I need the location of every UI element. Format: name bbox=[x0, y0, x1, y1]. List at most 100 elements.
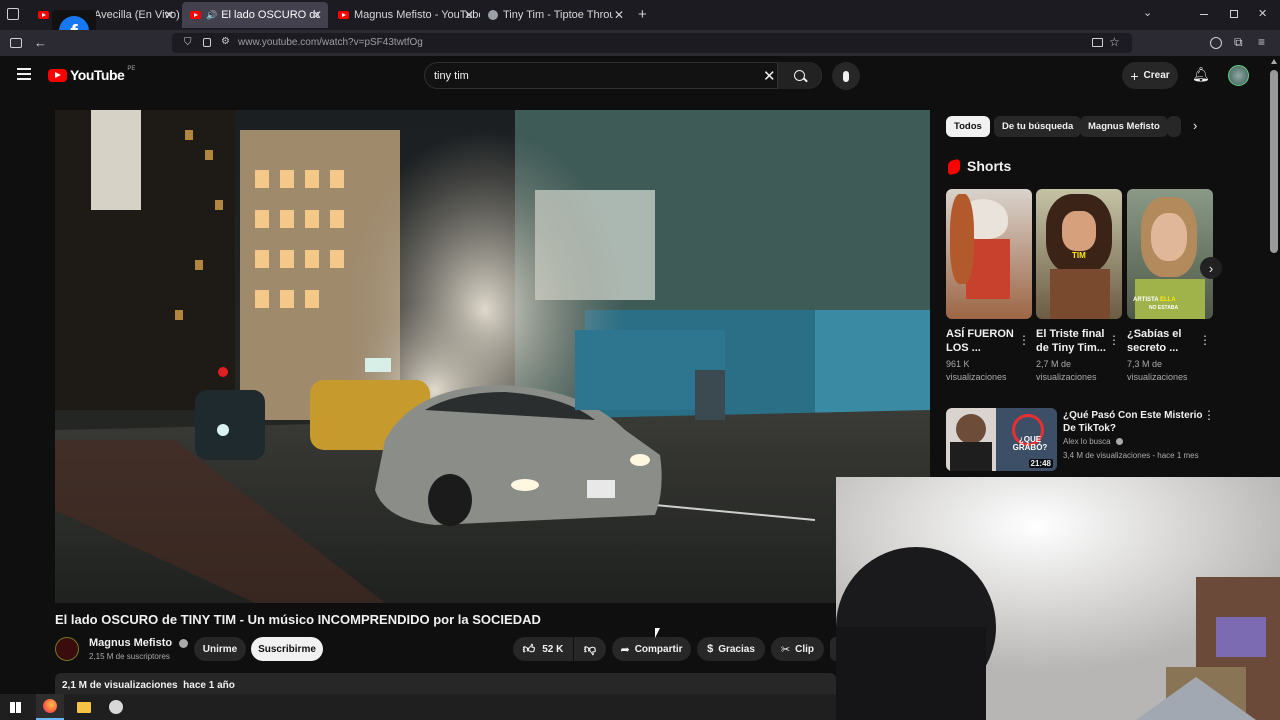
short-thumbnail[interactable]: ARTISTA ELLA NO ESTABA bbox=[1127, 189, 1213, 319]
scissors-icon: ✂ bbox=[780, 643, 791, 656]
mouse-cursor-icon bbox=[655, 628, 660, 638]
clip-button[interactable]: ✂ Clip bbox=[771, 637, 824, 661]
chip-de-tu-busqueda[interactable]: De tu búsqueda bbox=[994, 116, 1082, 137]
video-player[interactable] bbox=[55, 110, 930, 603]
tab-list-icon[interactable] bbox=[7, 8, 19, 20]
subscribe-button[interactable]: Suscribirme bbox=[251, 637, 323, 661]
recommended-channel[interactable]: Alex lo busca bbox=[1063, 437, 1123, 446]
reader-view-icon[interactable] bbox=[1092, 38, 1103, 47]
microphone-icon bbox=[843, 70, 849, 82]
chip-todos[interactable]: Todos bbox=[946, 116, 990, 137]
recommended-channel-name[interactable]: Alex lo busca bbox=[1063, 437, 1111, 446]
scroll-up-icon[interactable] bbox=[1271, 59, 1277, 64]
address-bar[interactable]: ⛉ ⚙ www.youtube.com/watch?v=pSF43twtfOg … bbox=[172, 33, 1132, 53]
more-options-icon[interactable]: ⋮ bbox=[1199, 333, 1211, 347]
short-card[interactable]: ARTISTA ELLA NO ESTABA ¿Sabías el secret… bbox=[1127, 189, 1213, 384]
extensions-icon[interactable]: ⧉ bbox=[1234, 35, 1243, 50]
dislike-button[interactable]: 👎︎ bbox=[574, 637, 606, 661]
short-views: 961 K visualizaciones bbox=[946, 359, 1007, 382]
short-title[interactable]: El Triste final de Tiny Tim... bbox=[1036, 327, 1108, 355]
voice-search-button[interactable] bbox=[832, 62, 860, 90]
subscriber-count: 2,15 M de suscriptores bbox=[89, 652, 170, 661]
short-overlay-text: TIM bbox=[1072, 251, 1086, 260]
windows-start-icon[interactable] bbox=[10, 702, 21, 713]
tab-title: Magnus Mefisto - YouTube bbox=[354, 9, 480, 21]
short-card[interactable]: TIM El Triste final de Tiny Tim... 2,7 M… bbox=[1036, 189, 1122, 384]
notifications-bell-icon[interactable]: 🔔︎ bbox=[1192, 66, 1210, 83]
like-count: 52 K bbox=[542, 643, 564, 655]
share-arrow-icon: ➦ bbox=[620, 643, 630, 656]
youtube-header: YouTube PE tiny tim ✕ + Crear 🔔︎ bbox=[0, 56, 1268, 96]
tab-tiptoe[interactable]: Tiny Tim - Tiptoe Through the T ✕ bbox=[480, 2, 630, 28]
like-button[interactable]: 👍︎ 52 K bbox=[513, 637, 573, 661]
thumbnail-text: ¿QUE GRABÓ? bbox=[1012, 435, 1048, 452]
youtube-logo[interactable]: YouTube PE bbox=[48, 66, 135, 83]
taskbar-item-app[interactable] bbox=[102, 694, 130, 720]
recommended-thumbnail[interactable]: ¿QUE GRABÓ? 21:48 bbox=[946, 408, 1057, 471]
close-tab-icon[interactable]: ✕ bbox=[614, 8, 624, 22]
url-text[interactable]: www.youtube.com/watch?v=pSF43twtfOg bbox=[238, 37, 423, 48]
short-card[interactable]: ASÍ FUERON LOS ... 961 K visualizaciones… bbox=[946, 189, 1032, 384]
app-icon bbox=[109, 700, 123, 714]
thanks-button[interactable]: $ Gracias bbox=[697, 637, 765, 661]
views-and-date: 2,1 M de visualizaciones hace 1 año bbox=[62, 680, 235, 691]
search-button[interactable] bbox=[777, 62, 821, 89]
close-tab-icon[interactable]: ✕ bbox=[312, 8, 322, 22]
user-avatar[interactable] bbox=[1228, 65, 1249, 86]
channel-avatar[interactable] bbox=[55, 637, 79, 661]
clear-search-icon[interactable]: ✕ bbox=[763, 67, 776, 85]
tab-el-lado-oscuro[interactable]: 🔊 El lado OSCURO de TINY TIM ✕ bbox=[182, 2, 328, 28]
shorts-logo-icon bbox=[948, 158, 960, 176]
more-options-icon[interactable]: ⋮ bbox=[1108, 333, 1120, 347]
youtube-play-icon bbox=[48, 68, 67, 82]
chips-next-chevron-icon[interactable]: › bbox=[1193, 118, 1197, 133]
webcam-frame bbox=[836, 477, 1280, 720]
search-input[interactable]: tiny tim bbox=[434, 70, 469, 82]
back-icon[interactable]: ← bbox=[34, 35, 47, 50]
list-all-tabs-icon[interactable]: ⌄ bbox=[1143, 6, 1152, 19]
bookmark-star-icon[interactable]: ☆ bbox=[1109, 35, 1120, 49]
short-title[interactable]: ¿Sabías el secreto ... bbox=[1127, 327, 1199, 355]
close-window-icon[interactable]: ✕ bbox=[1258, 7, 1267, 20]
permissions-icon[interactable]: ⚙ bbox=[221, 36, 230, 47]
account-icon[interactable] bbox=[1210, 37, 1222, 49]
clip-label: Clip bbox=[795, 643, 815, 655]
more-options-icon[interactable]: ⋮ bbox=[1203, 408, 1215, 422]
recommended-title[interactable]: ¿Qué Pasó Con Este Misterio De TikTok? bbox=[1063, 409, 1203, 435]
lock-icon[interactable] bbox=[203, 38, 211, 47]
shorts-next-button[interactable]: › bbox=[1200, 257, 1222, 279]
minimize-icon[interactable] bbox=[1200, 14, 1208, 15]
shield-icon[interactable]: ⛉ bbox=[184, 37, 192, 48]
more-options-icon[interactable]: ⋮ bbox=[1018, 333, 1030, 347]
short-thumbnail[interactable] bbox=[946, 189, 1032, 319]
menu-icon[interactable]: ≡ bbox=[1258, 35, 1265, 49]
sidebar-icon[interactable] bbox=[10, 38, 22, 48]
channel-name[interactable]: Magnus Mefisto bbox=[89, 637, 189, 649]
page-scrollbar[interactable] bbox=[1268, 56, 1280, 477]
create-button[interactable]: + Crear bbox=[1122, 62, 1178, 89]
taskbar-item-firefox[interactable] bbox=[36, 694, 64, 720]
share-button[interactable]: ➦ Compartir bbox=[612, 637, 691, 661]
os-taskbar bbox=[0, 694, 836, 720]
webcam-overlay bbox=[836, 477, 1280, 720]
new-tab-icon[interactable]: + bbox=[638, 6, 647, 23]
scrollbar-thumb[interactable] bbox=[1270, 70, 1278, 253]
tab-title: Tiny Tim - Tiptoe Through the T bbox=[503, 9, 613, 21]
tab-magnus-mefisto[interactable]: Magnus Mefisto - YouTube ✕ bbox=[330, 2, 480, 28]
short-thumbnail[interactable]: TIM bbox=[1036, 189, 1122, 319]
restore-icon[interactable] bbox=[1230, 10, 1238, 18]
close-tab-icon[interactable]: ✕ bbox=[464, 8, 474, 22]
browser-nav-bar: ← ⛉ ⚙ www.youtube.com/watch?v=pSF43twtfO… bbox=[0, 30, 1280, 56]
chip-magnus-mefisto[interactable]: Magnus Mefisto bbox=[1080, 116, 1168, 137]
taskbar-item-explorer[interactable] bbox=[70, 694, 98, 720]
channel-name-text[interactable]: Magnus Mefisto bbox=[89, 637, 172, 649]
hamburger-menu-icon[interactable] bbox=[17, 68, 31, 80]
recommended-video[interactable]: ¿QUE GRABÓ? 21:48 ¿Qué Pasó Con Este Mis… bbox=[946, 408, 1215, 472]
short-title[interactable]: ASÍ FUERON LOS ... bbox=[946, 327, 1018, 355]
chip-partial[interactable] bbox=[1167, 116, 1181, 137]
close-tab-icon[interactable]: ✕ bbox=[164, 8, 174, 22]
speaker-icon[interactable]: 🔊 bbox=[206, 10, 217, 21]
search-box[interactable]: tiny tim ✕ bbox=[424, 62, 822, 89]
video-frame bbox=[55, 110, 930, 603]
join-button[interactable]: Unirme bbox=[194, 637, 246, 661]
